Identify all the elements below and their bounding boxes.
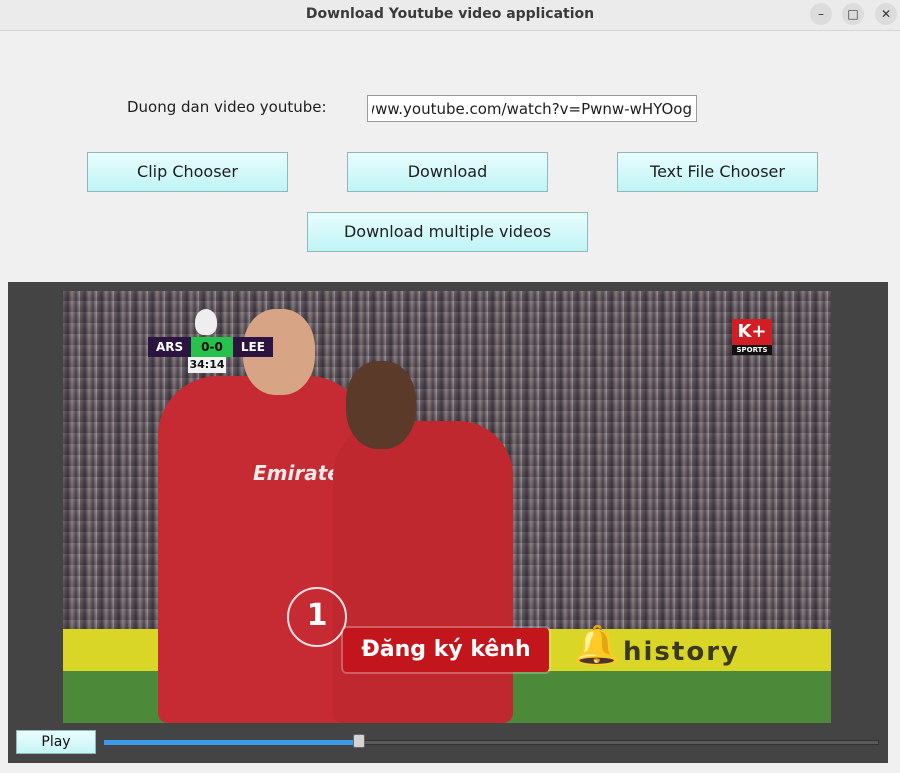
player-two [333, 421, 513, 723]
seek-slider-handle[interactable] [353, 734, 365, 748]
league-logo-icon [195, 309, 217, 335]
channel-logo: K+ SPORTS [732, 319, 772, 355]
score: 0-0 [191, 337, 233, 357]
download-multiple-videos-button[interactable]: Download multiple videos [307, 212, 588, 252]
ad-board-text: history [623, 637, 740, 667]
play-button[interactable]: Play [16, 730, 96, 754]
window-title: Download Youtube video application [305, 6, 595, 22]
player-two-head [346, 361, 416, 449]
channel-logo-main: K+ [732, 319, 772, 345]
title-bar: Download Youtube video application – □ ✕ [0, 0, 900, 31]
away-team: LEE [232, 337, 273, 357]
subscribe-banner: Đăng ký kênh [343, 628, 549, 672]
clip-chooser-button[interactable]: Clip Chooser [87, 152, 288, 192]
text-file-chooser-button[interactable]: Text File Chooser [617, 152, 818, 192]
home-team: ARS [148, 337, 192, 357]
subscriber-counter: 1 [287, 587, 347, 647]
url-label: Duong dan video youtube: [127, 98, 327, 116]
scoreboard: ARS 0-0 LEE [148, 337, 273, 357]
match-clock: 34:14 [188, 357, 226, 373]
seek-slider-fill [104, 740, 359, 745]
maximize-button[interactable]: □ [842, 3, 864, 25]
bell-icon: 🔔 [573, 623, 621, 667]
video-frame[interactable]: history Emirates FLY BETTER ARS 0-0 LEE … [63, 291, 831, 723]
minimize-button[interactable]: – [810, 3, 832, 25]
download-button[interactable]: Download [347, 152, 548, 192]
url-input[interactable] [367, 95, 697, 122]
close-button[interactable]: ✕ [875, 3, 897, 25]
channel-logo-sub: SPORTS [732, 345, 772, 355]
